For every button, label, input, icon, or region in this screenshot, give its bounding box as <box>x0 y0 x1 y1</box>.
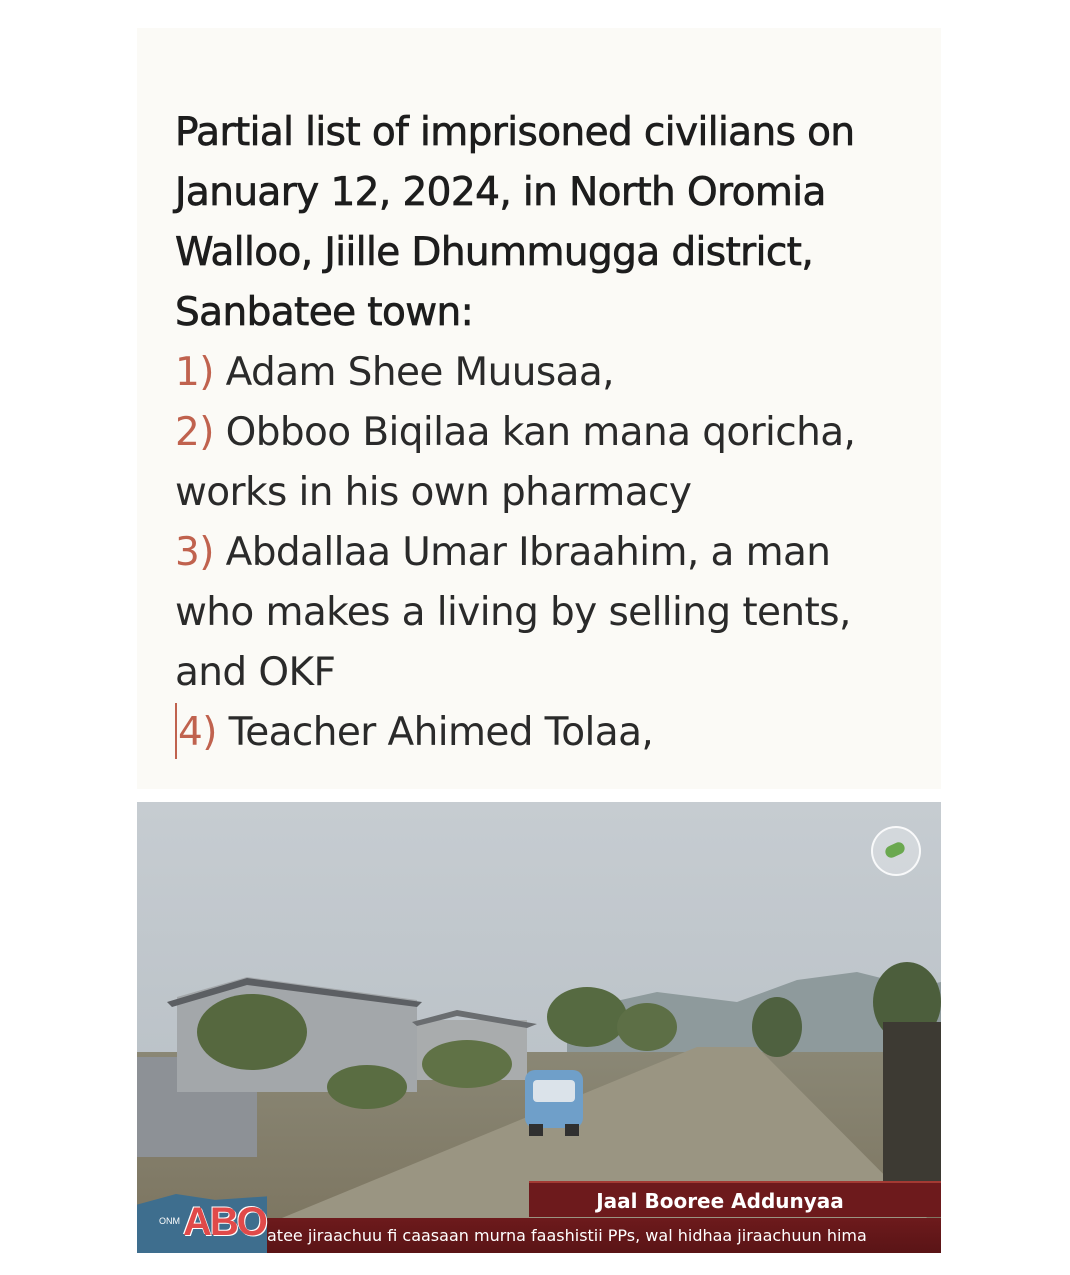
list-item: 2) Obboo Biqilaa kan mana qoricha, works… <box>175 403 911 523</box>
name-caption: Jaal Booree Addunyaa <box>529 1181 941 1217</box>
video-still: Jaal Booree Addunyaa atee jiraachuu fi c… <box>137 802 941 1253</box>
article-heading: Partial list of imprisoned civilians on … <box>175 110 856 336</box>
list-number: 2) <box>175 410 214 455</box>
list-text: Teacher Ahimed Tolaa, <box>216 710 654 755</box>
text-cursor <box>175 703 177 759</box>
list-number: 1) <box>175 350 214 395</box>
list-text: Abdallaa Umar Ibraahim, a man who makes … <box>175 530 851 695</box>
list-text: Obboo Biqilaa kan mana qoricha, works in… <box>175 410 856 515</box>
channel-logo: ONM ABO <box>137 1194 268 1253</box>
list-text: Adam Shee Muusaa, <box>213 350 615 395</box>
ticker-text: atee jiraachuu fi caasaan murna faashist… <box>267 1226 867 1245</box>
article-card: Partial list of imprisoned civilians on … <box>137 28 941 789</box>
channel-watermark-icon <box>871 826 921 876</box>
logo-text: ABO <box>183 1200 268 1244</box>
list-item: 3) Abdallaa Umar Ibraahim, a man who mak… <box>175 523 911 703</box>
list-number: 3) <box>175 530 214 575</box>
logo-small-text: ONM <box>159 1216 180 1226</box>
list-item: 1) Adam Shee Muusaa, <box>175 343 911 403</box>
list-item: 4) Teacher Ahimed Tolaa, <box>175 703 911 763</box>
prisoner-list: 1) Adam Shee Muusaa, 2) Obboo Biqilaa ka… <box>175 343 911 763</box>
list-number: 4) <box>178 710 217 755</box>
